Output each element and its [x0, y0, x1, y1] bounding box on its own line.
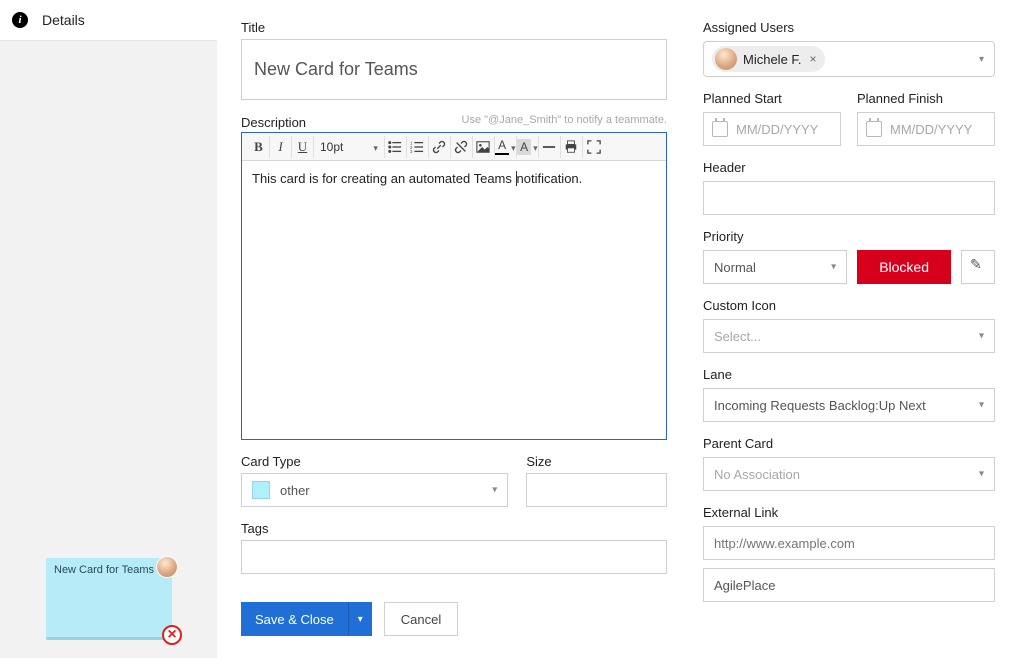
rte-toolbar: B I U 10pt 123: [242, 133, 666, 161]
external-link-label: External Link: [703, 505, 995, 520]
card-preview-title: New Card for Teams: [54, 564, 154, 576]
description-text-part2: notification.: [517, 171, 583, 186]
card-type-swatch: [252, 481, 270, 499]
description-textarea[interactable]: This card is for creating an automated T…: [242, 161, 666, 439]
avatar: [715, 48, 737, 70]
ordered-list-button[interactable]: 123: [407, 136, 429, 158]
chevron-down-icon: [373, 140, 378, 154]
planned-start-placeholder: MM/DD/YYYY: [736, 122, 818, 137]
external-link-url-input[interactable]: [703, 526, 995, 560]
card-preview-close-icon[interactable]: [162, 625, 182, 645]
header-label: Header: [703, 160, 995, 175]
planned-finish-label: Planned Finish: [857, 91, 995, 106]
planned-finish-input[interactable]: MM/DD/YYYY: [857, 112, 995, 146]
main-form: Title Description Use "@Jane_Smith" to n…: [217, 0, 691, 658]
description-label: Description: [241, 115, 306, 130]
description-text-part1: This card is for creating an automated T…: [252, 171, 516, 186]
bullet-list-button[interactable]: [385, 136, 407, 158]
chevron-down-icon: ▾: [492, 485, 497, 496]
size-input[interactable]: [526, 473, 667, 507]
details-label: Details: [42, 12, 85, 28]
planned-start-label: Planned Start: [703, 91, 841, 106]
underline-button[interactable]: U: [292, 136, 314, 158]
pencil-icon: [971, 260, 985, 274]
chevron-down-icon: ▾: [979, 400, 984, 411]
lane-label: Lane: [703, 367, 995, 382]
info-icon: i: [12, 12, 28, 28]
planned-finish-placeholder: MM/DD/YYYY: [890, 122, 972, 137]
user-chip-name: Michele F.: [743, 52, 802, 67]
bg-color-button[interactable]: A: [517, 136, 539, 158]
parent-card-placeholder: No Association: [714, 467, 800, 482]
calendar-icon: [866, 121, 882, 137]
card-preview-avatar: [156, 556, 178, 578]
image-button[interactable]: [473, 136, 495, 158]
cancel-button[interactable]: Cancel: [384, 602, 458, 636]
custom-icon-label: Custom Icon: [703, 298, 995, 313]
size-label: Size: [526, 454, 667, 469]
hr-button[interactable]: [539, 136, 561, 158]
right-sidebar: Assigned Users Michele F. × ▾ Planned St…: [691, 0, 1013, 658]
card-type-label: Card Type: [241, 454, 508, 469]
title-input[interactable]: [241, 39, 667, 100]
save-split-button: Save & Close ▾: [241, 602, 372, 636]
priority-label: Priority: [703, 229, 995, 244]
chevron-down-icon: ▾: [979, 331, 984, 342]
chevron-down-icon: ▾: [979, 54, 984, 65]
title-label: Title: [241, 20, 667, 35]
chevron-down-icon: ▾: [979, 469, 984, 480]
external-link-name-input[interactable]: [703, 568, 995, 602]
priority-value: Normal: [714, 260, 756, 275]
assigned-users-select[interactable]: Michele F. × ▾: [703, 41, 995, 77]
user-chip: Michele F. ×: [712, 46, 825, 72]
bold-button[interactable]: B: [248, 136, 270, 158]
remove-user-icon[interactable]: ×: [810, 52, 817, 66]
chevron-down-icon: [511, 139, 516, 154]
link-button[interactable]: [429, 136, 451, 158]
assigned-users-label: Assigned Users: [703, 20, 995, 35]
left-pane: i Details New Card for Teams: [0, 0, 217, 658]
priority-select[interactable]: Normal ▾: [703, 250, 847, 284]
card-preview[interactable]: New Card for Teams: [46, 558, 172, 640]
italic-button[interactable]: I: [270, 136, 292, 158]
fullscreen-button[interactable]: [583, 136, 605, 158]
custom-icon-select[interactable]: Select... ▾: [703, 319, 995, 353]
lane-select[interactable]: Incoming Requests Backlog:Up Next ▾: [703, 388, 995, 422]
custom-icon-placeholder: Select...: [714, 329, 761, 344]
chevron-down-icon: [533, 139, 538, 154]
text-color-button[interactable]: A: [495, 136, 517, 158]
font-size-select[interactable]: 10pt: [314, 136, 385, 158]
edit-blocked-button[interactable]: [961, 250, 995, 284]
font-size-value: 10pt: [320, 140, 343, 154]
save-button[interactable]: Save & Close: [241, 602, 348, 636]
unlink-button[interactable]: [451, 136, 473, 158]
tags-input[interactable]: [241, 540, 667, 574]
description-editor: B I U 10pt 123: [241, 132, 667, 440]
chevron-down-icon: ▾: [831, 262, 836, 273]
header-input[interactable]: [703, 181, 995, 215]
save-dropdown-button[interactable]: ▾: [348, 602, 372, 636]
planned-start-input[interactable]: MM/DD/YYYY: [703, 112, 841, 146]
card-type-select[interactable]: other ▾: [241, 473, 508, 507]
parent-card-select[interactable]: No Association ▾: [703, 457, 995, 491]
description-hint: Use "@Jane_Smith" to notify a teammate.: [462, 114, 667, 126]
calendar-icon: [712, 121, 728, 137]
print-button[interactable]: [561, 136, 583, 158]
svg-text:3: 3: [410, 149, 413, 154]
blocked-button[interactable]: Blocked: [857, 250, 951, 284]
details-tab[interactable]: i Details: [0, 0, 217, 41]
lane-value: Incoming Requests Backlog:Up Next: [714, 398, 926, 413]
card-type-value: other: [280, 483, 310, 498]
parent-card-label: Parent Card: [703, 436, 995, 451]
tags-label: Tags: [241, 521, 667, 536]
